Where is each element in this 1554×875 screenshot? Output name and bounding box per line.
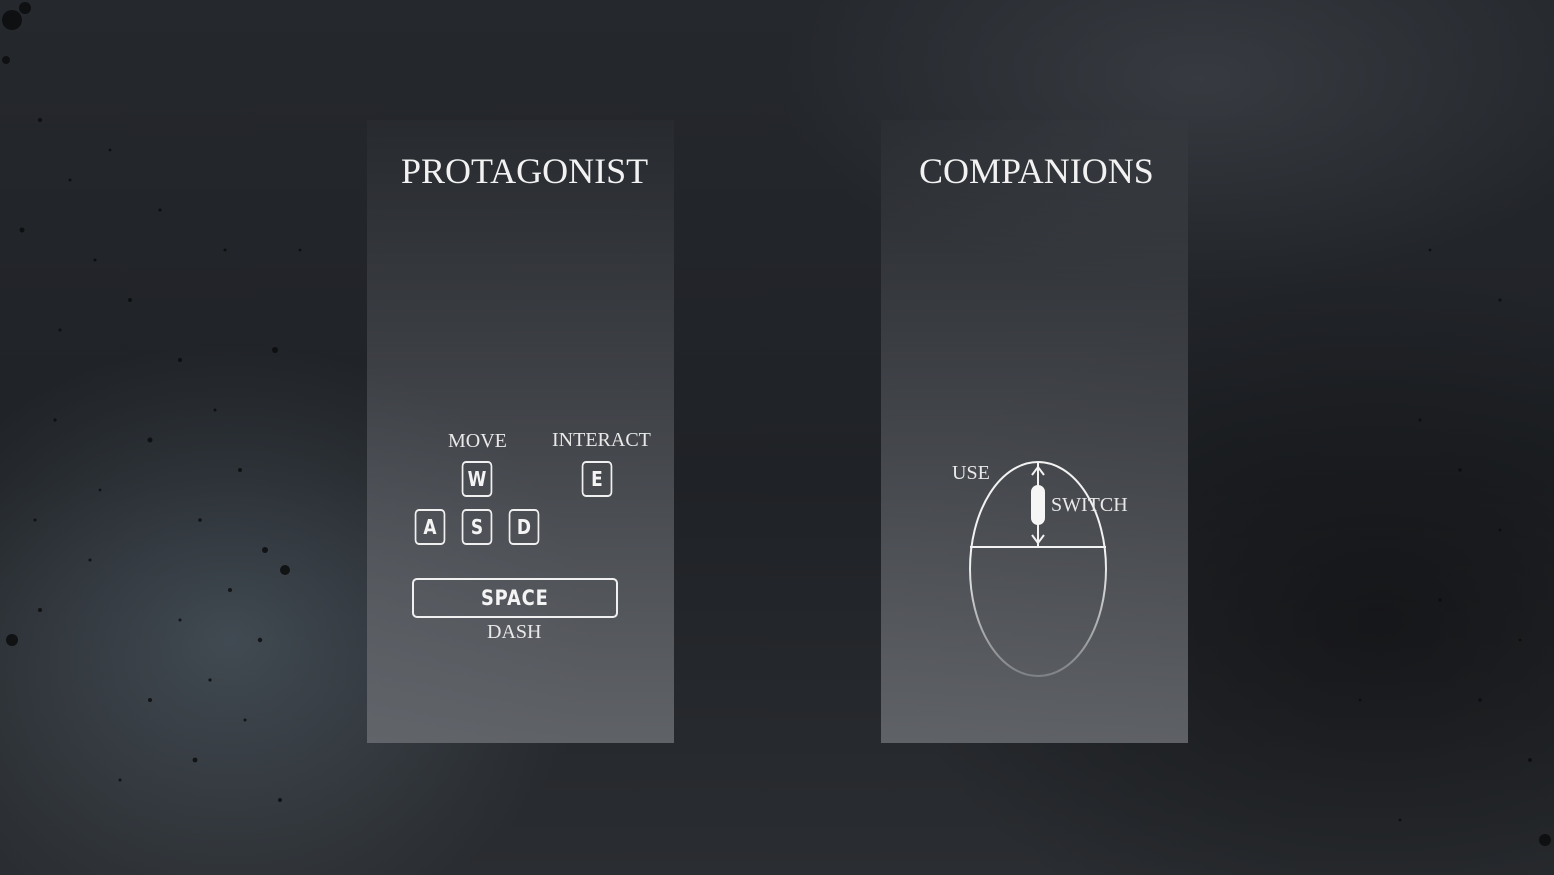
space-key-label: SPACE xyxy=(481,586,549,610)
s-key-icon: S xyxy=(461,509,493,545)
d-key-icon: D xyxy=(508,509,540,545)
protagonist-title: PROTAGONIST xyxy=(401,151,649,191)
interact-label: INTERACT xyxy=(552,429,651,451)
controls-screen: PROTAGONIST COMPANIONS MOVE INTERACT W E… xyxy=(0,0,1554,875)
switch-label: SWITCH xyxy=(1051,494,1128,516)
e-key-icon: E xyxy=(581,461,613,497)
w-key-icon: W xyxy=(461,461,493,497)
move-label: MOVE xyxy=(448,430,507,452)
a-key-icon: A xyxy=(414,509,446,545)
space-key-icon: SPACE xyxy=(412,578,618,618)
dash-label: DASH xyxy=(487,621,542,643)
mouse-icon xyxy=(969,461,1107,677)
companions-title: COMPANIONS xyxy=(919,151,1154,191)
ink-splatter-decoration xyxy=(2,2,1551,846)
use-label: USE xyxy=(952,462,990,484)
